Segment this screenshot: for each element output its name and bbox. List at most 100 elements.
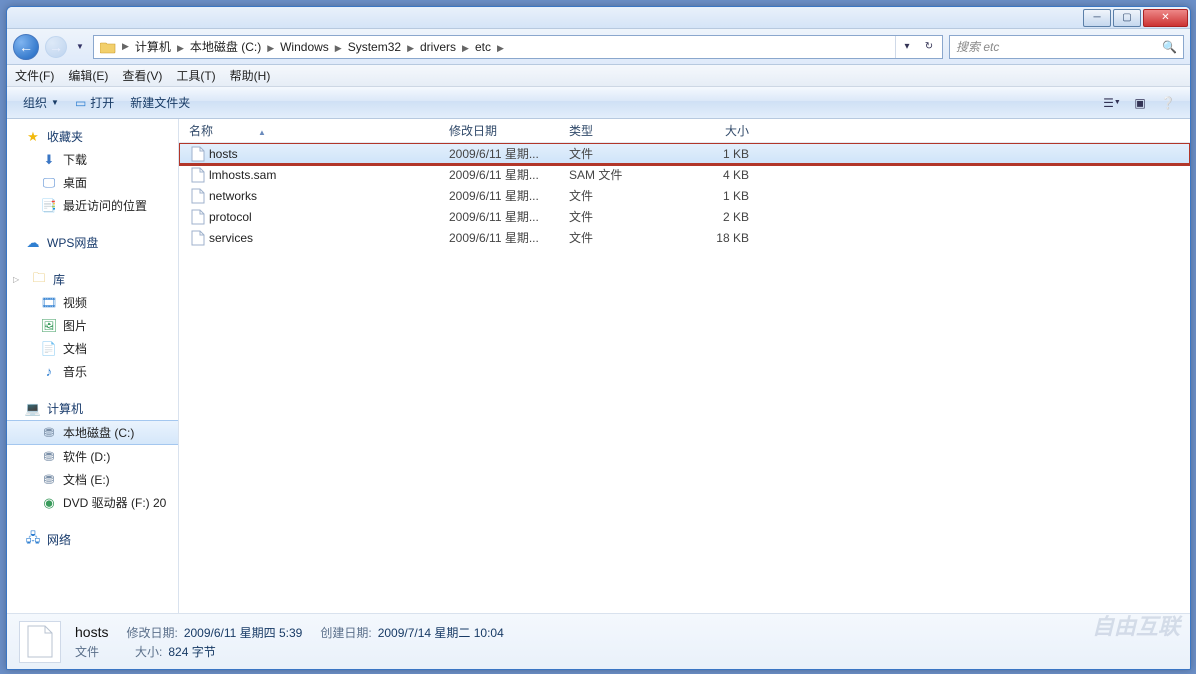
details-file-name: hosts xyxy=(75,624,108,641)
breadcrumb-segment[interactable]: Windows xyxy=(276,40,333,54)
file-list: hosts2009/6/11 星期...文件1 KBlmhosts.sam200… xyxy=(179,143,1190,613)
file-date: 2009/6/11 星期... xyxy=(449,208,569,225)
dl-icon: ⬇ xyxy=(41,152,57,168)
file-thumbnail xyxy=(19,621,61,663)
file-name: hosts xyxy=(207,147,449,161)
file-icon xyxy=(189,188,207,204)
menu-help[interactable]: 帮助(H) xyxy=(230,67,271,84)
dvd-icon: ◉ xyxy=(41,495,57,511)
menu-edit[interactable]: 编辑(E) xyxy=(68,67,108,84)
file-row[interactable]: lmhosts.sam2009/6/11 星期...SAM 文件4 KB xyxy=(179,164,1190,185)
chevron-right-icon: ▶ xyxy=(333,43,344,53)
sidebar-item[interactable]: ◉DVD 驱动器 (F:) 20 xyxy=(7,491,178,514)
sidebar-item[interactable]: 🎞视频 xyxy=(7,291,178,314)
column-size[interactable]: 大小 xyxy=(689,122,759,139)
sidebar-computer-header[interactable]: 💻计算机 xyxy=(7,397,178,420)
sidebar-item[interactable]: ⛃本地磁盘 (C:) xyxy=(7,420,178,445)
sidebar-item[interactable]: ⬇下载 xyxy=(7,148,178,171)
file-size: 4 KB xyxy=(689,168,759,182)
search-icon: 🔍 xyxy=(1162,40,1177,54)
sidebar-network-header[interactable]: 🖧网络 xyxy=(7,528,178,551)
search-placeholder: 搜索 etc xyxy=(956,38,999,55)
view-options-button[interactable]: ☰ ▼ xyxy=(1098,92,1126,114)
details-file-type: 文件 xyxy=(75,643,99,660)
address-dropdown[interactable]: ▾ xyxy=(896,36,918,58)
forward-button[interactable]: → xyxy=(45,36,67,58)
sidebar-item[interactable]: ♪音乐 xyxy=(7,360,178,383)
file-icon xyxy=(189,209,207,225)
file-row[interactable]: protocol2009/6/11 星期...文件2 KB xyxy=(179,206,1190,227)
sidebar-wps-header[interactable]: ☁WPS网盘 xyxy=(7,231,178,254)
file-row[interactable]: networks2009/6/11 星期...文件1 KB xyxy=(179,185,1190,206)
drive-icon: ⛃ xyxy=(41,472,57,488)
file-size: 1 KB xyxy=(689,147,759,161)
back-button[interactable]: ← xyxy=(13,34,39,60)
new-folder-button[interactable]: 新建文件夹 xyxy=(122,90,198,115)
column-name[interactable]: 名称▲ xyxy=(189,122,449,139)
menu-file[interactable]: 文件(F) xyxy=(15,67,54,84)
file-icon xyxy=(189,167,207,183)
preview-pane-button[interactable]: ▣ xyxy=(1126,92,1154,114)
sidebar-item[interactable]: 🖵桌面 xyxy=(7,171,178,194)
minimize-button[interactable]: ─ xyxy=(1083,9,1111,27)
file-name: protocol xyxy=(207,210,449,224)
file-name: networks xyxy=(207,189,449,203)
breadcrumb-segment[interactable]: etc xyxy=(471,40,495,54)
breadcrumb-segment[interactable]: drivers xyxy=(416,40,460,54)
recent-icon: 📑 xyxy=(41,198,57,214)
chevron-right-icon: ▶ xyxy=(495,43,506,53)
sidebar-item[interactable]: 🖼图片 xyxy=(7,314,178,337)
vid-icon: 🎞 xyxy=(41,295,57,311)
file-row[interactable]: services2009/6/11 星期...文件18 KB xyxy=(179,227,1190,248)
chevron-right-icon: ▶ xyxy=(460,43,471,53)
search-input[interactable]: 搜索 etc 🔍 xyxy=(949,35,1184,59)
file-date: 2009/6/11 星期... xyxy=(449,145,569,162)
drive-icon: ⛃ xyxy=(41,449,57,465)
file-row[interactable]: hosts2009/6/11 星期...文件1 KB xyxy=(179,143,1190,164)
navigation-pane: ★收藏夹 ⬇下载🖵桌面📑最近访问的位置 ☁WPS网盘 🗀库 🎞视频🖼图片📄文档♪… xyxy=(7,119,179,613)
breadcrumb-segment[interactable]: 计算机 xyxy=(131,40,175,54)
pic-icon: 🖼 xyxy=(41,318,57,334)
menu-view[interactable]: 查看(V) xyxy=(122,67,162,84)
file-type: 文件 xyxy=(569,187,689,204)
details-pane: hosts 修改日期:2009/6/11 星期四 5:39 创建日期:2009/… xyxy=(7,613,1190,669)
drive-icon: ⛃ xyxy=(41,425,57,441)
column-headers: 名称▲ 修改日期 类型 大小 xyxy=(179,119,1190,143)
chevron-right-icon: ▶ xyxy=(120,41,131,52)
file-name: services xyxy=(207,231,449,245)
address-bar[interactable]: ▶ 计算机▶本地磁盘 (C:)▶Windows▶System32▶drivers… xyxy=(93,35,943,59)
file-date: 2009/6/11 星期... xyxy=(449,229,569,246)
open-button[interactable]: ▭ 打开 xyxy=(67,90,122,115)
chevron-right-icon: ▶ xyxy=(175,43,186,53)
column-date[interactable]: 修改日期 xyxy=(449,122,569,139)
sidebar-favorites-header[interactable]: ★收藏夹 xyxy=(7,125,178,148)
sidebar-item[interactable]: 📄文档 xyxy=(7,337,178,360)
organize-button[interactable]: 组织 ▼ xyxy=(15,90,67,115)
sidebar-libraries-header[interactable]: 🗀库 xyxy=(7,268,178,291)
file-type: SAM 文件 xyxy=(569,166,689,183)
help-button[interactable]: ❔ xyxy=(1154,92,1182,114)
sidebar-item[interactable]: ⛃文档 (E:) xyxy=(7,468,178,491)
maximize-button[interactable]: ▢ xyxy=(1113,9,1141,27)
file-icon xyxy=(189,146,207,162)
file-name: lmhosts.sam xyxy=(207,168,449,182)
file-size: 1 KB xyxy=(689,189,759,203)
command-bar: 组织 ▼ ▭ 打开 新建文件夹 ☰ ▼ ▣ ❔ xyxy=(7,87,1190,119)
navigation-bar: ← → ▼ ▶ 计算机▶本地磁盘 (C:)▶Windows▶System32▶d… xyxy=(7,29,1190,65)
sidebar-item[interactable]: ⛃软件 (D:) xyxy=(7,445,178,468)
close-button[interactable]: ✕ xyxy=(1143,9,1188,27)
chevron-right-icon: ▶ xyxy=(405,43,416,53)
breadcrumb-segment[interactable]: 本地磁盘 (C:) xyxy=(186,40,265,54)
chevron-right-icon: ▶ xyxy=(265,43,276,53)
menu-tools[interactable]: 工具(T) xyxy=(176,67,215,84)
title-bar: ─ ▢ ✕ xyxy=(7,7,1190,29)
folder-icon xyxy=(99,38,117,56)
nav-history-dropdown[interactable]: ▼ xyxy=(73,42,87,51)
desk-icon: 🖵 xyxy=(41,175,57,191)
refresh-button[interactable]: ↻ xyxy=(918,36,940,58)
column-type[interactable]: 类型 xyxy=(569,122,689,139)
breadcrumb-segment[interactable]: System32 xyxy=(344,40,405,54)
sidebar-item[interactable]: 📑最近访问的位置 xyxy=(7,194,178,217)
menu-bar: 文件(F) 编辑(E) 查看(V) 工具(T) 帮助(H) xyxy=(7,65,1190,87)
file-size: 2 KB xyxy=(689,210,759,224)
